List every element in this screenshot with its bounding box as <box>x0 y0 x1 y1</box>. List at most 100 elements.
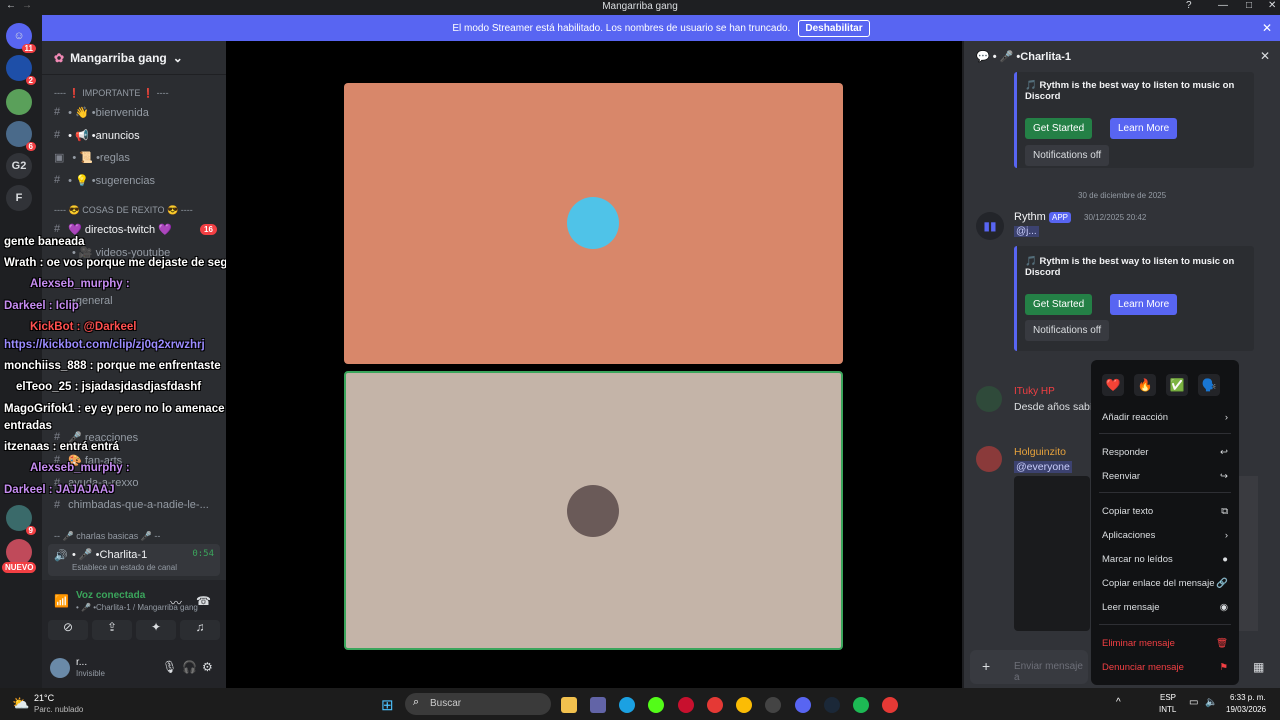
message-input[interactable]: + Enviar mensaje a <box>970 650 1088 684</box>
attached-image[interactable] <box>1014 476 1090 631</box>
rythm-avatar[interactable]: ▮▮ <box>976 212 1004 240</box>
settings-gear-icon[interactable]: ⚙ <box>202 660 213 674</box>
participant-tile[interactable] <box>344 83 843 364</box>
reaction-heart[interactable]: ❤️ <box>1102 374 1124 396</box>
close-banner-icon[interactable]: ✕ <box>1262 21 1272 35</box>
server-f[interactable]: F <box>6 185 32 211</box>
reaction-check[interactable]: ✅ <box>1166 374 1188 396</box>
server-icon[interactable]: 9 <box>6 505 36 535</box>
file-explorer-icon[interactable] <box>561 697 577 713</box>
camera-off-icon[interactable]: ⊘ <box>48 620 88 640</box>
menu-add-reaction[interactable]: Añadir reacción › <box>1102 412 1228 423</box>
menu-divider <box>1099 492 1231 493</box>
disconnect-icon[interactable]: ☎ <box>196 594 211 608</box>
screen-share-icon[interactable]: ⇪ <box>92 620 132 640</box>
menu-copy-link[interactable]: Copiar enlace del mensaje 🔗 <box>1102 578 1228 589</box>
message-author[interactable]: ITuky HP <box>1014 386 1055 397</box>
app-icon[interactable] <box>882 697 898 713</box>
menu-copy-text[interactable]: Copiar texto ⧉ <box>1102 506 1228 517</box>
microphone-icon[interactable]: 🎙 <box>162 660 177 674</box>
activities-icon[interactable]: ✦ <box>136 620 176 640</box>
learn-more-button[interactable]: Learn More <box>1110 118 1178 139</box>
voice-status[interactable]: Voz conectada <box>76 590 145 601</box>
channel-sugerencias[interactable]: # • 💡 •sugerencias <box>54 174 155 187</box>
new-badge: NUEVO <box>2 562 37 573</box>
opera-icon[interactable] <box>678 697 694 713</box>
category-charlas[interactable]: -- 🎤 charlas basicas 🎤 -- <box>54 531 160 542</box>
taskbar-search[interactable]: ⌕ Buscar <box>405 693 551 715</box>
discord-icon[interactable] <box>795 697 811 713</box>
network-icon[interactable]: ▭ <box>1189 697 1198 708</box>
disable-streamer-button[interactable]: Deshabilitar <box>798 19 870 37</box>
menu-reply[interactable]: Responder ↩ <box>1102 447 1228 458</box>
weather-temp[interactable]: 21°C <box>34 693 54 703</box>
channel-status[interactable]: Establece un estado de canal <box>72 563 177 572</box>
overlay-line: Darkeel : JAJAJAAJ <box>4 484 115 496</box>
start-icon[interactable]: ⊞ <box>381 696 394 714</box>
menu-report[interactable]: Denunciar mensaje ⚑ <box>1102 662 1228 673</box>
overlay-line: Wrath : oe vos porque me dejaste de segu… <box>4 257 262 269</box>
volume-icon[interactable]: 🔈 <box>1205 697 1217 708</box>
notifications-off-button[interactable]: Notifications off <box>1025 320 1110 341</box>
menu-delete[interactable]: Eliminar mensaje 🗑 <box>1102 638 1228 649</box>
message-author[interactable]: Rythm <box>1014 211 1046 223</box>
channel-bienvenida[interactable]: # • 👋 •bienvenida <box>54 106 149 119</box>
server-icon[interactable]: 6 <box>6 121 36 151</box>
close-window-icon[interactable]: ✕ <box>1268 0 1276 11</box>
avatar[interactable] <box>976 386 1002 412</box>
get-started-button[interactable]: Get Started <box>1025 294 1093 315</box>
server-g2[interactable]: G2 <box>6 153 32 179</box>
app-icon[interactable] <box>707 697 723 713</box>
reaction-fire[interactable]: 🔥 <box>1134 374 1156 396</box>
minimize-icon[interactable]: — <box>1218 0 1228 11</box>
server-icon[interactable] <box>6 89 32 115</box>
avatar[interactable] <box>976 446 1002 472</box>
close-panel-icon[interactable]: ✕ <box>1260 49 1270 63</box>
channel-reglas[interactable]: ▣ • 📜 •reglas <box>54 151 130 164</box>
category-rexito[interactable]: ---- 😎 COSAS DE REXITO 😎 ---- <box>54 205 193 216</box>
teams-icon[interactable] <box>590 697 606 713</box>
message-author[interactable]: Holguinzito <box>1014 446 1066 458</box>
copy-icon: ⧉ <box>1221 506 1228 517</box>
menu-mark-unread[interactable]: Marcar no leídos ● <box>1102 554 1228 565</box>
learn-more-button[interactable]: Learn More <box>1110 294 1178 315</box>
help-icon[interactable]: ? <box>1186 0 1192 11</box>
server-icon[interactable]: 2 <box>6 55 36 85</box>
chevron-up-icon[interactable]: ^ <box>1116 697 1121 708</box>
channel-anuncios[interactable]: # • 📢 •anuncios <box>54 129 140 142</box>
menu-apps[interactable]: Aplicaciones › <box>1102 530 1228 541</box>
menu-read-message[interactable]: Leer mensaje ◉ <box>1102 602 1228 613</box>
reaction-speaking[interactable]: 🗣️ <box>1198 374 1220 396</box>
edge-icon[interactable] <box>619 697 635 713</box>
category-importante[interactable]: ---- ❗ IMPORTANTE ❗ ---- <box>54 88 169 99</box>
attached-image[interactable] <box>1239 476 1258 631</box>
server-sidebar: ☺ 11 2 6 G2 F 9 NUEVO <box>0 15 42 688</box>
voice-channel-charlita[interactable]: 🔊 • 🎤 •Charlita-1 0:54 Establece un esta… <box>48 544 220 576</box>
menu-forward[interactable]: Reenviar ↪ <box>1102 471 1228 482</box>
clock-time[interactable]: 6:33 p. m. <box>1230 693 1266 702</box>
mention[interactable]: @everyone <box>1014 461 1072 473</box>
noise-suppression-icon[interactable]: 〰 <box>170 594 182 611</box>
steam-icon[interactable] <box>824 697 840 713</box>
app-icon[interactable] <box>648 697 664 713</box>
voice-panel: 📶 Voz conectada • 🎤 •Charlita-1 / Mangar… <box>42 580 226 688</box>
headphones-icon[interactable]: 🎧 <box>182 660 197 674</box>
home-server-icon[interactable]: ☺ 11 <box>6 23 36 53</box>
emoji-icon[interactable]: ▦ <box>1253 660 1264 674</box>
guild-header[interactable]: ✿ Mangarriba gang ⌄ ⚇ <box>42 41 257 75</box>
chrome-icon[interactable] <box>736 697 752 713</box>
maximize-icon[interactable]: □ <box>1246 0 1252 11</box>
soundboard-icon[interactable]: ♫ <box>180 620 220 640</box>
participant-tile-speaking[interactable] <box>344 371 843 650</box>
language-indicator[interactable]: ESP <box>1160 693 1176 702</box>
hash-icon: # <box>54 223 61 235</box>
mention[interactable]: @j... <box>1014 226 1039 237</box>
add-attachment-icon[interactable]: + <box>982 658 990 674</box>
channel-twitch[interactable]: # 💜 directos-twitch 💜 <box>54 223 172 236</box>
channel-chimbadas[interactable]: # chimbadas-que-a-nadie-le-... <box>54 499 209 511</box>
spotify-icon[interactable] <box>853 697 869 713</box>
avatar[interactable] <box>50 658 70 678</box>
app-icon[interactable] <box>765 697 781 713</box>
notifications-off-button[interactable]: Notifications off <box>1025 145 1110 166</box>
get-started-button[interactable]: Get Started <box>1025 118 1093 139</box>
